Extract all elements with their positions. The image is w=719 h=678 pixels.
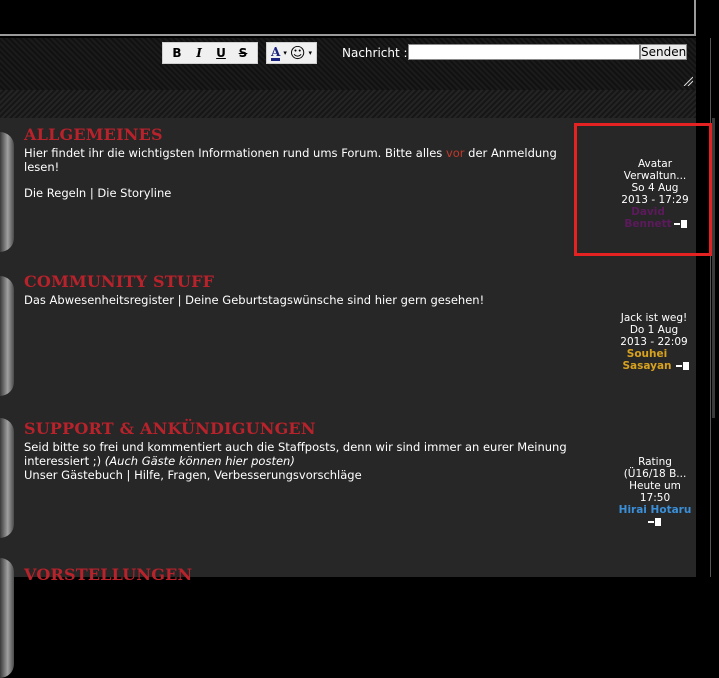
last-post-info: Jack ist weg! Do 1 Aug 2013 - 22:09 Souh… xyxy=(606,312,702,372)
last-post-topic[interactable]: Jack ist weg! xyxy=(606,312,702,324)
last-post-date: 17:50 xyxy=(639,492,671,504)
last-post-date: Do 1 Aug xyxy=(629,324,679,336)
last-post-date: 2013 - 22:09 xyxy=(620,336,688,348)
last-post-topic[interactable]: Rating xyxy=(607,456,703,468)
forum-title[interactable]: COMMUNITY STUFF xyxy=(24,272,584,291)
italic-button[interactable]: I xyxy=(189,46,209,60)
strike-button[interactable]: S xyxy=(233,46,253,60)
last-post-info: Rating (Ü16/18 B... Heute um 17:50 Hirai… xyxy=(607,456,703,528)
underline-button[interactable]: U xyxy=(211,46,231,60)
top-banner xyxy=(0,0,719,38)
last-post-user[interactable]: Souhei Sasayan xyxy=(618,348,676,372)
last-post-date: Heute um xyxy=(629,480,681,492)
forum-row-allgemeines: ALLGEMEINES Hier findet ihr die wichtigs… xyxy=(24,125,584,200)
smiley-icon[interactable]: ☺ xyxy=(290,44,306,62)
chat-format-toolbar: B I U S A ▾ ☺ ▾ xyxy=(162,42,317,64)
banner-frame xyxy=(0,0,696,36)
subforum-link[interactable]: Hilfe, Fragen, Verbesserungsvorschläge xyxy=(134,468,362,482)
forum-row-community: COMMUNITY STUFF Das Abwesenheitsregister… xyxy=(24,272,584,307)
forum-description: Seid bitte so frei und kommentiert auch … xyxy=(24,440,567,468)
forum-description: Das Abwesenheitsregister | Deine Geburts… xyxy=(24,293,485,307)
subforum-link[interactable]: Unser Gästebuch xyxy=(24,468,123,482)
subforum-links: Unser Gästebuch | Hilfe, Fragen, Verbess… xyxy=(24,468,362,482)
last-post-user[interactable]: Hirai Hotaru xyxy=(607,504,703,516)
subforum-link[interactable]: Die Storyline xyxy=(97,186,171,200)
forum-row-support: SUPPORT & ANKÜNDIGUNGEN Seid bitte so fr… xyxy=(24,419,572,482)
forum-status-icon xyxy=(0,276,14,396)
subforum-link[interactable]: Die Regeln xyxy=(24,186,86,200)
forum-status-icon xyxy=(0,558,14,678)
forum-status-icon xyxy=(0,418,14,538)
forum-description: Hier findet ihr die wichtigsten Informat… xyxy=(24,146,557,174)
color-dropdown-arrow-icon[interactable]: ▾ xyxy=(283,49,287,57)
bold-button[interactable]: B xyxy=(167,46,187,60)
message-label: Nachricht : xyxy=(342,46,408,60)
forum-row-vorstellungen: VORSTELLUNGEN xyxy=(24,565,584,584)
last-post-topic[interactable]: (Ü16/18 B... xyxy=(607,468,703,480)
forum-title[interactable]: VORSTELLUNGEN xyxy=(24,565,584,584)
color-smiley-group: A ▾ ☺ ▾ xyxy=(266,42,317,64)
go-to-last-post-icon[interactable] xyxy=(676,362,690,370)
forum-status-icon xyxy=(0,132,14,252)
send-button[interactable]: Senden xyxy=(640,44,687,60)
go-to-last-post-icon[interactable] xyxy=(648,518,662,526)
subforum-links: Die Regeln | Die Storyline xyxy=(24,186,172,200)
text-style-group: B I U S xyxy=(162,42,258,64)
forum-title[interactable]: SUPPORT & ANKÜNDIGUNGEN xyxy=(24,419,572,438)
forum-title[interactable]: ALLGEMEINES xyxy=(24,125,584,144)
section-divider xyxy=(0,90,696,118)
font-color-button[interactable]: A xyxy=(271,46,281,61)
highlight-box xyxy=(574,123,712,256)
message-input[interactable] xyxy=(408,44,640,60)
resize-handle-icon[interactable] xyxy=(683,76,693,86)
smiley-dropdown-arrow-icon[interactable]: ▾ xyxy=(308,49,312,57)
scrollbar-thumb[interactable] xyxy=(712,118,715,418)
